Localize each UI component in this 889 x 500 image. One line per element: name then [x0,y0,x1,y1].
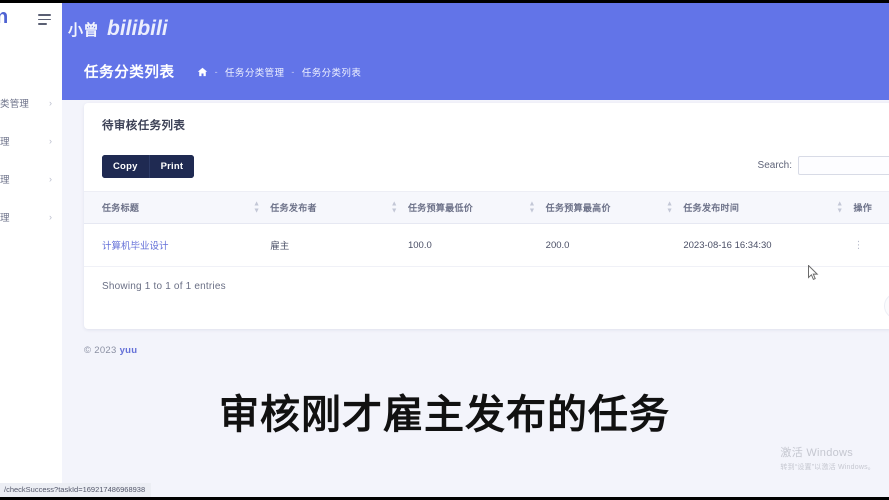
sort-arrows-icon: ▲ ▼ [666,200,674,215]
export-button-group: Copy Print [102,155,195,178]
app-footer: © 2023 yuu [84,345,137,356]
breadcrumb-separator: - [291,66,295,77]
cell-publish-time: 2023-08-16 16:34:30 [683,223,854,267]
column-label: 任务发布时间 [683,203,740,213]
breadcrumb: - 任务分类管理 - 任务分类列表 [197,65,362,79]
video-caption: 审核刚才雇主发布的任务 [219,392,670,438]
search-control: Search: [758,156,889,175]
video-letterbox-top [0,0,889,3]
status-bar-url: /checkSuccess?taskId=169217486968938 [0,483,152,497]
page-title: 任务分类列表 [84,65,175,81]
bilibili-logo: bilibili [107,17,168,40]
column-label: 任务发布者 [270,203,317,213]
home-icon[interactable] [197,67,208,77]
column-label: 任务标题 [102,203,140,213]
hamburger-icon[interactable] [38,14,51,25]
sort-arrows-icon: ▲ ▼ [528,200,536,215]
sidebar-item-3[interactable]: 理 › [0,198,62,236]
sidebar-item-0[interactable]: 类管理 › [0,84,62,122]
sort-arrows-icon: ▲ ▼ [253,200,261,215]
sort-arrows-icon: ▲ ▼ [390,200,398,215]
table-row[interactable]: 计算机毕业设计 雇主 100.0 200.0 2023-08-16 16:34:… [84,223,889,267]
sidebar-item-label: 类管理 [0,99,30,110]
sidebar-item-label: 理 [0,213,10,224]
column-header-action: 操作 [853,191,889,224]
sidebar-item-2[interactable]: 理 › [0,160,62,198]
sidebar-item-label: 理 [0,175,10,186]
bilibili-watermark: 小曾 bilibili [68,17,168,41]
pagination: ‹ [884,293,889,319]
search-label: Search: [757,160,792,171]
column-header-max-price[interactable]: 任务预算最高价 ▲ ▼ [545,191,684,224]
chevron-right-icon: › [49,173,52,184]
watermark-line-2: 转到“设置”以激活 Windows。 [780,464,875,471]
breadcrumb-item-1[interactable]: 任务分类列表 [302,65,361,79]
column-label: 任务预算最高价 [545,203,611,213]
page-header-banner [62,3,889,100]
card-header: 待审核任务列表 [84,103,889,133]
pending-task-card: 待审核任务列表 Copy Print Search: 任务标题 ▲ ▼ 任务发布… [84,103,889,329]
column-header-title[interactable]: 任务标题 ▲ ▼ [84,191,271,224]
print-button[interactable]: Print [148,155,195,178]
column-label: 任务预算最低价 [407,203,474,213]
watermark-line-1: 激活 Windows [780,447,854,459]
cell-task-title: 计算机毕业设计 [84,223,271,267]
cell-max-price: 200.0 [545,223,684,267]
copy-button[interactable]: Copy [102,155,149,178]
page-header: 任务分类列表 - 任务分类管理 - 任务分类列表 [84,61,361,82]
kebab-menu-icon[interactable]: ⋮ [853,240,863,251]
chevron-right-icon: › [49,97,52,108]
cell-min-price: 100.0 [407,223,546,267]
table-toolbar: Copy Print Search: [84,155,889,185]
column-header-min-price[interactable]: 任务预算最低价 ▲ ▼ [407,191,546,224]
sidebar-item-1[interactable]: 理 › [0,122,62,160]
breadcrumb-item-0[interactable]: 任务分类管理 [225,65,284,79]
footer-brand[interactable]: yuu [120,345,138,356]
screen-root: n 类管理 › 理 › 理 › 理 › 小曾 bilibili 任务分类列表 -… [0,0,889,500]
table-head: 任务标题 ▲ ▼ 任务发布者 ▲ ▼ 任务预算最低价 ▲ ▼ 任务预算最高价 ▲… [84,191,889,224]
pagination-prev-button[interactable]: ‹ [884,293,889,319]
table-header-row: 任务标题 ▲ ▼ 任务发布者 ▲ ▼ 任务预算最低价 ▲ ▼ 任务预算最高价 ▲… [84,191,889,224]
column-label: 操作 [853,203,873,213]
brand-logo-fragment: n [0,6,8,28]
column-header-publish-time[interactable]: 任务发布时间 ▲ ▼ [683,191,854,224]
watermark-channel-text: 小曾 [68,22,100,39]
chevron-right-icon: › [49,135,52,146]
column-header-publisher[interactable]: 任务发布者 ▲ ▼ [270,191,408,224]
table-footer: Showing 1 to 1 of 1 entries ‹ [84,267,889,319]
windows-activation-watermark: 激活 Windows 转到“设置”以激活 Windows。 [780,444,875,472]
footer-copyright: © 2023 [84,345,117,356]
search-input[interactable] [798,156,889,175]
sidebar-item-label: 理 [0,137,10,148]
tasks-table: 任务标题 ▲ ▼ 任务发布者 ▲ ▼ 任务预算最低价 ▲ ▼ 任务预算最高价 ▲… [84,191,889,267]
card-title: 待审核任务列表 [102,120,186,132]
sort-arrows-icon: ▲ ▼ [836,200,844,215]
entries-info: Showing 1 to 1 of 1 entries [102,281,226,292]
sidebar-nav: 类管理 › 理 › 理 › 理 › [0,84,62,236]
task-title-link[interactable]: 计算机毕业设计 [102,241,169,252]
cell-publisher: 雇主 [270,223,408,267]
chevron-right-icon: › [49,211,52,222]
breadcrumb-separator: - [214,66,219,77]
table-body: 计算机毕业设计 雇主 100.0 200.0 2023-08-16 16:34:… [84,223,889,267]
cell-action: ⋮ [853,223,889,267]
